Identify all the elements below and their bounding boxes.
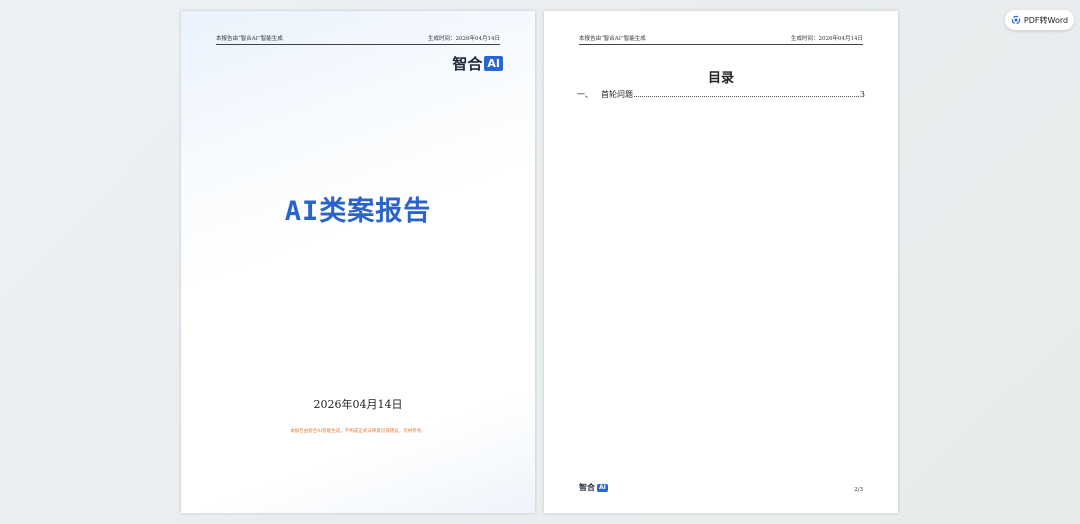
toc-leader-dots: [634, 96, 859, 97]
toc-page: 本报告由“智合AI”智能生成 生成时间：2026年04月14日 目录 一、 首轮…: [544, 11, 898, 513]
toc-item-number: 一、: [577, 90, 593, 99]
header-left-text: 本报告由“智合AI”智能生成: [579, 36, 646, 42]
toc-title: 目录: [707, 71, 734, 86]
page-header: 本报告由“智合AI”智能生成 生成时间：2026年04月14日: [216, 35, 500, 45]
convert-icon: [1011, 15, 1021, 25]
footer-logo: 智合 AI: [579, 482, 608, 493]
cover-disclaimer: 本报告由智合AI智能生成，不构成正式法律意见或建议，仅供参考。: [290, 429, 426, 434]
cover-title: AI类案报告: [284, 196, 432, 227]
logo-badge: AI: [484, 56, 503, 71]
toc-item[interactable]: 一、 首轮问题 3: [577, 89, 865, 100]
toc-item-label: 首轮问题: [601, 90, 633, 99]
header-right-text: 生成时间：2026年04月14日: [791, 36, 863, 42]
pdf-to-word-label: PDF转Word: [1023, 15, 1069, 25]
cover-page: 本报告由“智合AI”智能生成 生成时间：2026年04月14日 智合 AI AI…: [181, 11, 535, 513]
header-left-text: 本报告由“智合AI”智能生成: [216, 36, 283, 42]
toc-item-page: 3: [859, 90, 865, 99]
logo-text: 智合: [579, 483, 595, 492]
header-right-text: 生成时间：2026年04月14日: [428, 36, 500, 42]
page-number: 2/3: [854, 487, 863, 493]
cover-date: 2026年04月14日: [313, 398, 403, 411]
logo: 智合 AI: [452, 53, 503, 74]
page-header: 本报告由“智合AI”智能生成 生成时间：2026年04月14日: [579, 35, 863, 45]
logo-badge: AI: [597, 483, 608, 492]
pdf-to-word-button[interactable]: PDF转Word: [1005, 10, 1074, 30]
logo-text: 智合: [452, 55, 483, 73]
